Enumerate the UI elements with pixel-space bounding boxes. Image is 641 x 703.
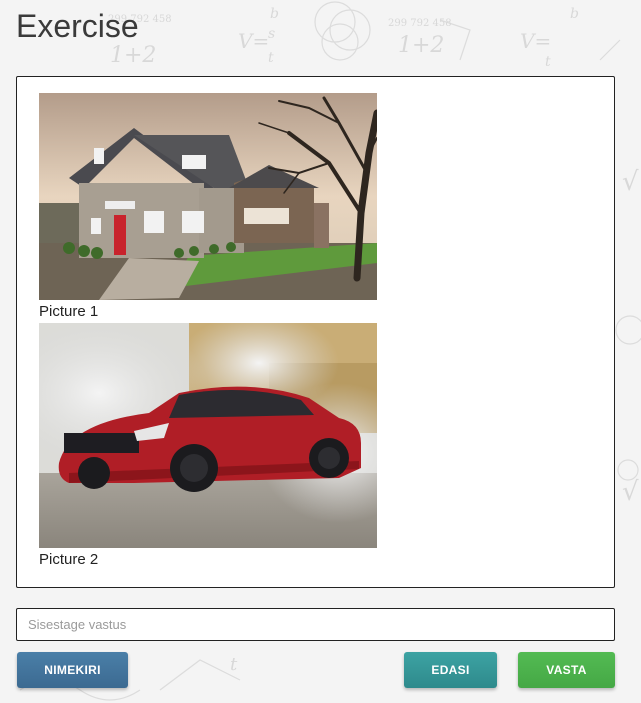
svg-text:√: √	[622, 167, 639, 197]
svg-text:√: √	[622, 477, 639, 507]
exercise-panel: Picture 1 Picture 2	[16, 76, 615, 588]
svg-text:299 792 458: 299 792 458	[388, 18, 452, 29]
svg-text:t: t	[268, 50, 274, 66]
next-button[interactable]: EDASI	[404, 652, 497, 688]
svg-text:1+2: 1+2	[110, 43, 156, 68]
picture-1-image	[39, 93, 377, 300]
answer-button[interactable]: VASTA	[518, 652, 615, 688]
svg-text:b: b	[570, 6, 579, 22]
svg-text:b: b	[270, 6, 279, 22]
svg-text:s: s	[268, 26, 275, 42]
svg-text:t: t	[230, 654, 238, 675]
answer-input[interactable]	[16, 608, 615, 641]
page-title: Exercise	[16, 8, 139, 44]
svg-text:V=: V=	[238, 29, 269, 53]
picture-1-caption: Picture 1	[39, 303, 99, 320]
svg-text:V=: V=	[520, 29, 551, 53]
svg-text:1+2: 1+2	[398, 33, 444, 58]
picture-2-caption: Picture 2	[39, 551, 99, 568]
picture-2-image	[39, 323, 377, 548]
list-button[interactable]: NIMEKIRI	[17, 652, 128, 688]
svg-text:t: t	[545, 54, 551, 70]
